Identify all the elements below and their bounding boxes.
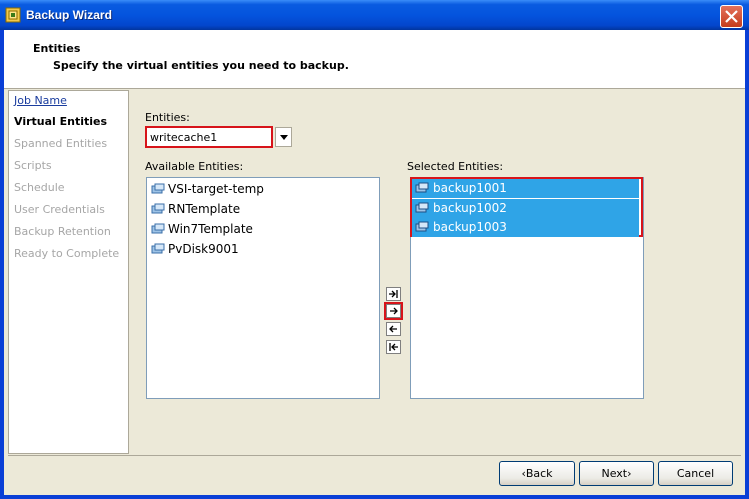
step-backup-retention: Backup Retention xyxy=(14,225,111,238)
list-item[interactable]: backup1001 xyxy=(412,179,639,198)
selected-entities-list[interactable]: backup1001 backup1002 backup1003 xyxy=(410,177,644,399)
add-button[interactable] xyxy=(386,304,401,318)
list-item-label: backup1001 xyxy=(433,181,507,195)
cancel-button[interactable]: Cancel xyxy=(658,461,733,486)
step-spanned-entities: Spanned Entities xyxy=(14,137,108,150)
list-item-label: backup1002 xyxy=(433,201,507,215)
selected-entities-label: Selected Entities: xyxy=(407,160,504,173)
wizard-header: Entities Specify the virtual entities yo… xyxy=(4,30,745,89)
step-user-credentials: User Credentials xyxy=(14,203,105,216)
entities-combobox[interactable]: writecache1 xyxy=(145,126,293,148)
vm-icon xyxy=(415,182,429,193)
available-entities-list[interactable]: VSI-target-temp RNTemplate Win7Template … xyxy=(146,177,380,399)
vm-icon xyxy=(151,243,165,254)
remove-button[interactable] xyxy=(386,322,401,336)
chevron-down-icon xyxy=(280,135,288,140)
arrow-left-icon xyxy=(389,325,397,333)
arrow-right-icon xyxy=(390,307,398,315)
close-icon xyxy=(725,10,738,23)
list-item-label: RNTemplate xyxy=(168,202,241,216)
close-button[interactable] xyxy=(720,5,743,28)
step-ready-to-complete: Ready to Complete xyxy=(14,247,120,260)
vm-icon xyxy=(151,223,165,234)
window-title: Backup Wizard xyxy=(26,8,112,22)
entities-dropdown-button[interactable] xyxy=(275,127,292,147)
wizard-steps-nav: Job Name Virtual Entities Spanned Entiti… xyxy=(8,90,129,454)
double-arrow-right-icon xyxy=(389,290,398,298)
entities-value: writecache1 xyxy=(150,131,218,144)
remove-all-button[interactable] xyxy=(386,340,401,354)
list-item-label: PvDisk9001 xyxy=(168,242,239,256)
app-icon xyxy=(5,7,21,23)
list-item-label: VSI-target-temp xyxy=(168,182,264,196)
title-bar[interactable]: Backup Wizard xyxy=(0,0,749,30)
backup-wizard-window: Backup Wizard Entities Specify the virtu… xyxy=(0,0,749,499)
add-all-button[interactable] xyxy=(386,287,401,301)
vm-icon xyxy=(151,183,165,194)
entities-input[interactable]: writecache1 xyxy=(145,126,273,148)
vm-icon xyxy=(151,203,165,214)
list-item-label: backup1003 xyxy=(433,220,507,234)
step-schedule: Schedule xyxy=(14,181,65,194)
list-item-label: Win7Template xyxy=(168,222,253,236)
page-title: Entities xyxy=(33,42,81,55)
next-button[interactable]: Next› xyxy=(579,461,654,486)
list-item[interactable]: backup1002 xyxy=(412,199,639,218)
double-arrow-left-icon xyxy=(389,343,398,351)
step-scripts: Scripts xyxy=(14,159,52,172)
back-button[interactable]: ‹Back xyxy=(499,461,575,486)
list-item[interactable]: backup1003 xyxy=(412,218,639,237)
vm-icon xyxy=(415,221,429,232)
page-subtitle: Specify the virtual entities you need to… xyxy=(53,59,349,72)
step-virtual-entities: Virtual Entities xyxy=(14,115,108,128)
vm-icon xyxy=(415,202,429,213)
footer-divider xyxy=(8,455,741,456)
step-job-name[interactable]: Job Name xyxy=(14,94,67,107)
entities-label: Entities: xyxy=(145,111,190,124)
wizard-body: Entities Specify the virtual entities yo… xyxy=(4,30,745,495)
available-entities-label: Available Entities: xyxy=(145,160,244,173)
